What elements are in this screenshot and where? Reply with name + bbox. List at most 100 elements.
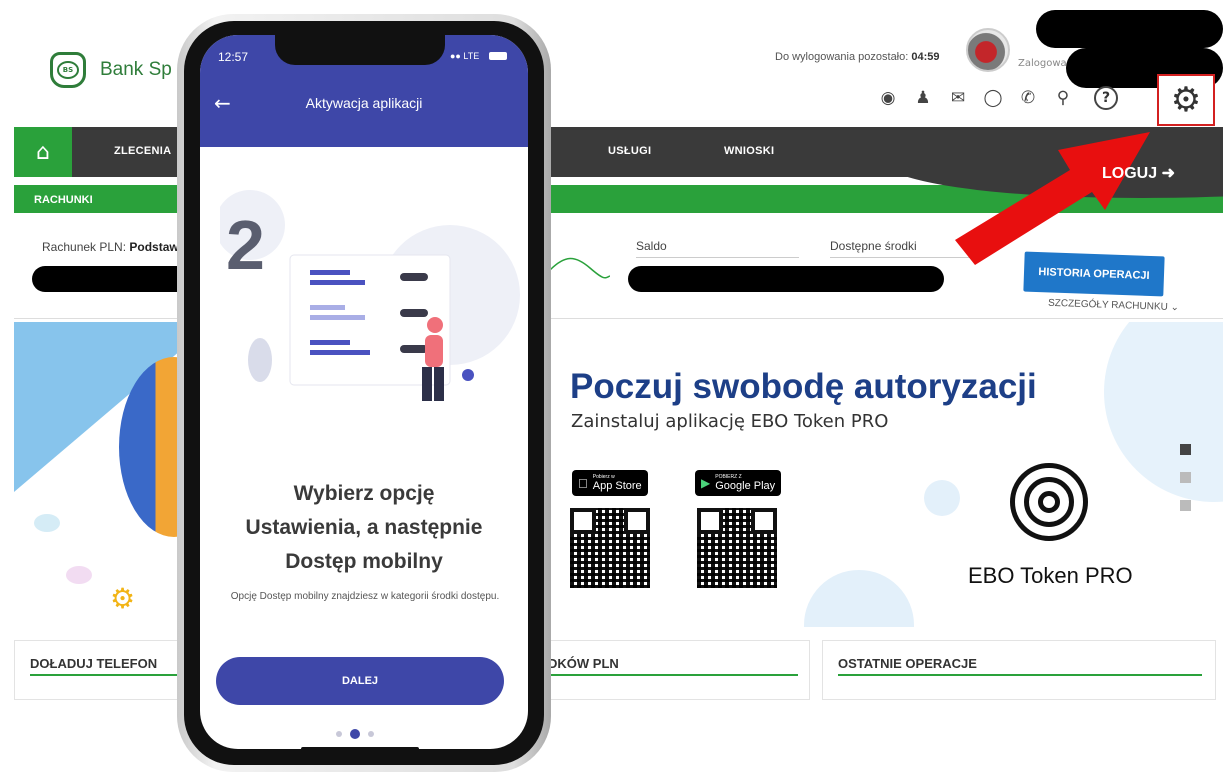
pager-dot-active[interactable]	[350, 729, 360, 739]
logout-button[interactable]: LOGUJ ➜	[1102, 163, 1175, 183]
google-play-label: Google Play	[715, 480, 776, 492]
google-play-qr	[697, 508, 777, 588]
widget-transfer-title[interactable]: DKÓW PLN	[548, 656, 619, 671]
home-indicator[interactable]	[301, 747, 419, 749]
google-play-badge[interactable]: ▶ POBIERZ Z Google Play	[695, 470, 782, 496]
redaction-balance	[628, 266, 944, 292]
illu-toggle	[400, 345, 428, 353]
logout-label: LOGUJ	[1102, 165, 1158, 182]
illu-line	[310, 350, 370, 355]
step-description: Opcję Dostęp mobilny znajdziesz w katego…	[230, 591, 500, 602]
home-icon[interactable]: ⌂	[14, 127, 72, 177]
phone-icon[interactable]: ✆	[1018, 88, 1038, 108]
redaction-user-name	[1036, 10, 1223, 48]
illu-person	[434, 367, 444, 401]
account-name: Podstaw	[129, 240, 179, 254]
illu-plant	[462, 369, 474, 381]
widget-transfer-line	[548, 674, 798, 676]
status-time: 12:57	[218, 50, 249, 64]
available-label: Dostępne środki	[830, 239, 917, 253]
help-icon[interactable]: ?	[1094, 86, 1118, 110]
illu-tree	[248, 338, 272, 382]
share-bubble-icon	[34, 514, 60, 532]
bank-name: Bank Sp	[100, 59, 172, 80]
pager-dots	[336, 729, 374, 739]
app-store-label: App Store	[583, 480, 642, 492]
balance-label: Saldo	[636, 239, 667, 253]
network-label: LTE	[463, 51, 480, 61]
apple-icon: 	[578, 476, 588, 491]
banner-slide-dot[interactable]	[1180, 444, 1191, 455]
banner-subline: Zainstaluj aplikację EBO Token PRO	[571, 411, 889, 432]
bank-logo[interactable]: BS Bank Sp	[50, 52, 172, 88]
nav-item-wnioski[interactable]: WNIOSKI	[724, 145, 774, 157]
banner-bubble	[924, 480, 960, 516]
available-underline	[830, 257, 980, 258]
balance-underline	[636, 257, 799, 258]
pager-dot[interactable]	[368, 731, 374, 737]
app-title: Aktywacja aplikacji	[305, 95, 423, 111]
step-title: Wybierz opcję Ustawienia, a następnie Do…	[200, 477, 528, 579]
status-network: ●● LTE	[450, 51, 480, 61]
illu-line	[310, 270, 350, 275]
phone-mockup: 12:57 ●● LTE ← Aktywacja aplikacji 2 Wyb…	[177, 14, 551, 772]
mail-icon[interactable]: ✉	[948, 88, 968, 108]
play-icon: ▶	[701, 476, 711, 490]
account-type: Rachunek PLN:	[42, 240, 127, 254]
mini-chart	[550, 257, 610, 279]
session-time: 04:59	[911, 51, 940, 63]
nav-item-zlecenia[interactable]: ZLECENIA	[114, 145, 171, 157]
nav-item-uslugi[interactable]: USŁUGI	[608, 145, 651, 157]
logged-in-label: Zalogowan	[1018, 58, 1073, 69]
banner-cloud	[1104, 322, 1223, 502]
phone-notch	[275, 35, 445, 65]
share-bubble-icon	[66, 566, 92, 584]
illu-toggle	[400, 309, 428, 317]
banner-headline: Poczuj swobodę autoryzacji	[570, 367, 1037, 406]
dashboard-icon[interactable]: ◉	[878, 88, 898, 108]
chat-icon[interactable]: ◯	[983, 88, 1003, 108]
illu-line	[310, 280, 365, 285]
user-icon[interactable]: ♟	[913, 88, 933, 108]
widget-recent-title[interactable]: OSTATNIE OPERACJE	[838, 656, 977, 671]
session-timer: Do wylogowania pozostało: 04:59	[775, 51, 940, 63]
step-illustration	[220, 190, 520, 401]
phone-bezel: 12:57 ●● LTE ← Aktywacja aplikacji 2 Wyb…	[184, 21, 544, 765]
app-store-badge[interactable]:  Pobierz wApp Store	[572, 470, 648, 496]
pager-dot[interactable]	[336, 731, 342, 737]
banner-slide-dot[interactable]	[1180, 500, 1191, 511]
bank-logo-icon: BS	[50, 52, 86, 88]
illu-person	[422, 367, 432, 401]
step-title-line-3: Dostęp mobilny	[285, 550, 443, 573]
next-button[interactable]: DALEJ	[216, 657, 504, 705]
app-store-qr	[570, 508, 650, 588]
illu-toggle	[400, 273, 428, 281]
header-icons: ◉ ♟ ✉ ◯ ✆ ⚲ ?	[878, 86, 1118, 110]
step-title-line-2: Ustawienia, a następnie	[245, 516, 483, 539]
illu-line	[310, 340, 350, 345]
step-number: 2	[226, 206, 265, 284]
step-title-line-1: Wybierz opcję	[293, 482, 435, 505]
history-button[interactable]: HISTORIA OPERACJI	[1023, 251, 1165, 297]
logout-icon: ➜	[1161, 165, 1175, 182]
session-label: Do wylogowania pozostało:	[775, 51, 909, 63]
banner-slide-dot[interactable]	[1180, 472, 1191, 483]
widget-topup-title[interactable]: DOŁADUJ TELEFON	[30, 656, 157, 671]
accounts-section-title: RACHUNKI	[34, 194, 93, 206]
illu-person	[425, 335, 443, 367]
illu-line	[310, 315, 365, 320]
widget-recent-line	[838, 674, 1202, 676]
account-label: Rachunek PLN: Podstaw	[42, 240, 179, 254]
banner-bubble	[804, 570, 914, 627]
settings-gear-icon[interactable]: ⚙	[1157, 74, 1215, 126]
battery-icon	[489, 52, 507, 60]
avatar[interactable]	[966, 28, 1010, 72]
phone-screen: 12:57 ●● LTE ← Aktywacja aplikacji 2 Wyb…	[200, 35, 528, 749]
location-icon[interactable]: ⚲	[1053, 88, 1073, 108]
redaction-account-number	[32, 266, 192, 292]
illu-line	[310, 305, 345, 310]
chevron-down-icon: ⌄	[1170, 301, 1180, 314]
widget-topup-line	[30, 674, 180, 676]
ebo-token-label: EBO Token PRO	[968, 563, 1133, 588]
fingerprint-icon	[1010, 463, 1088, 541]
